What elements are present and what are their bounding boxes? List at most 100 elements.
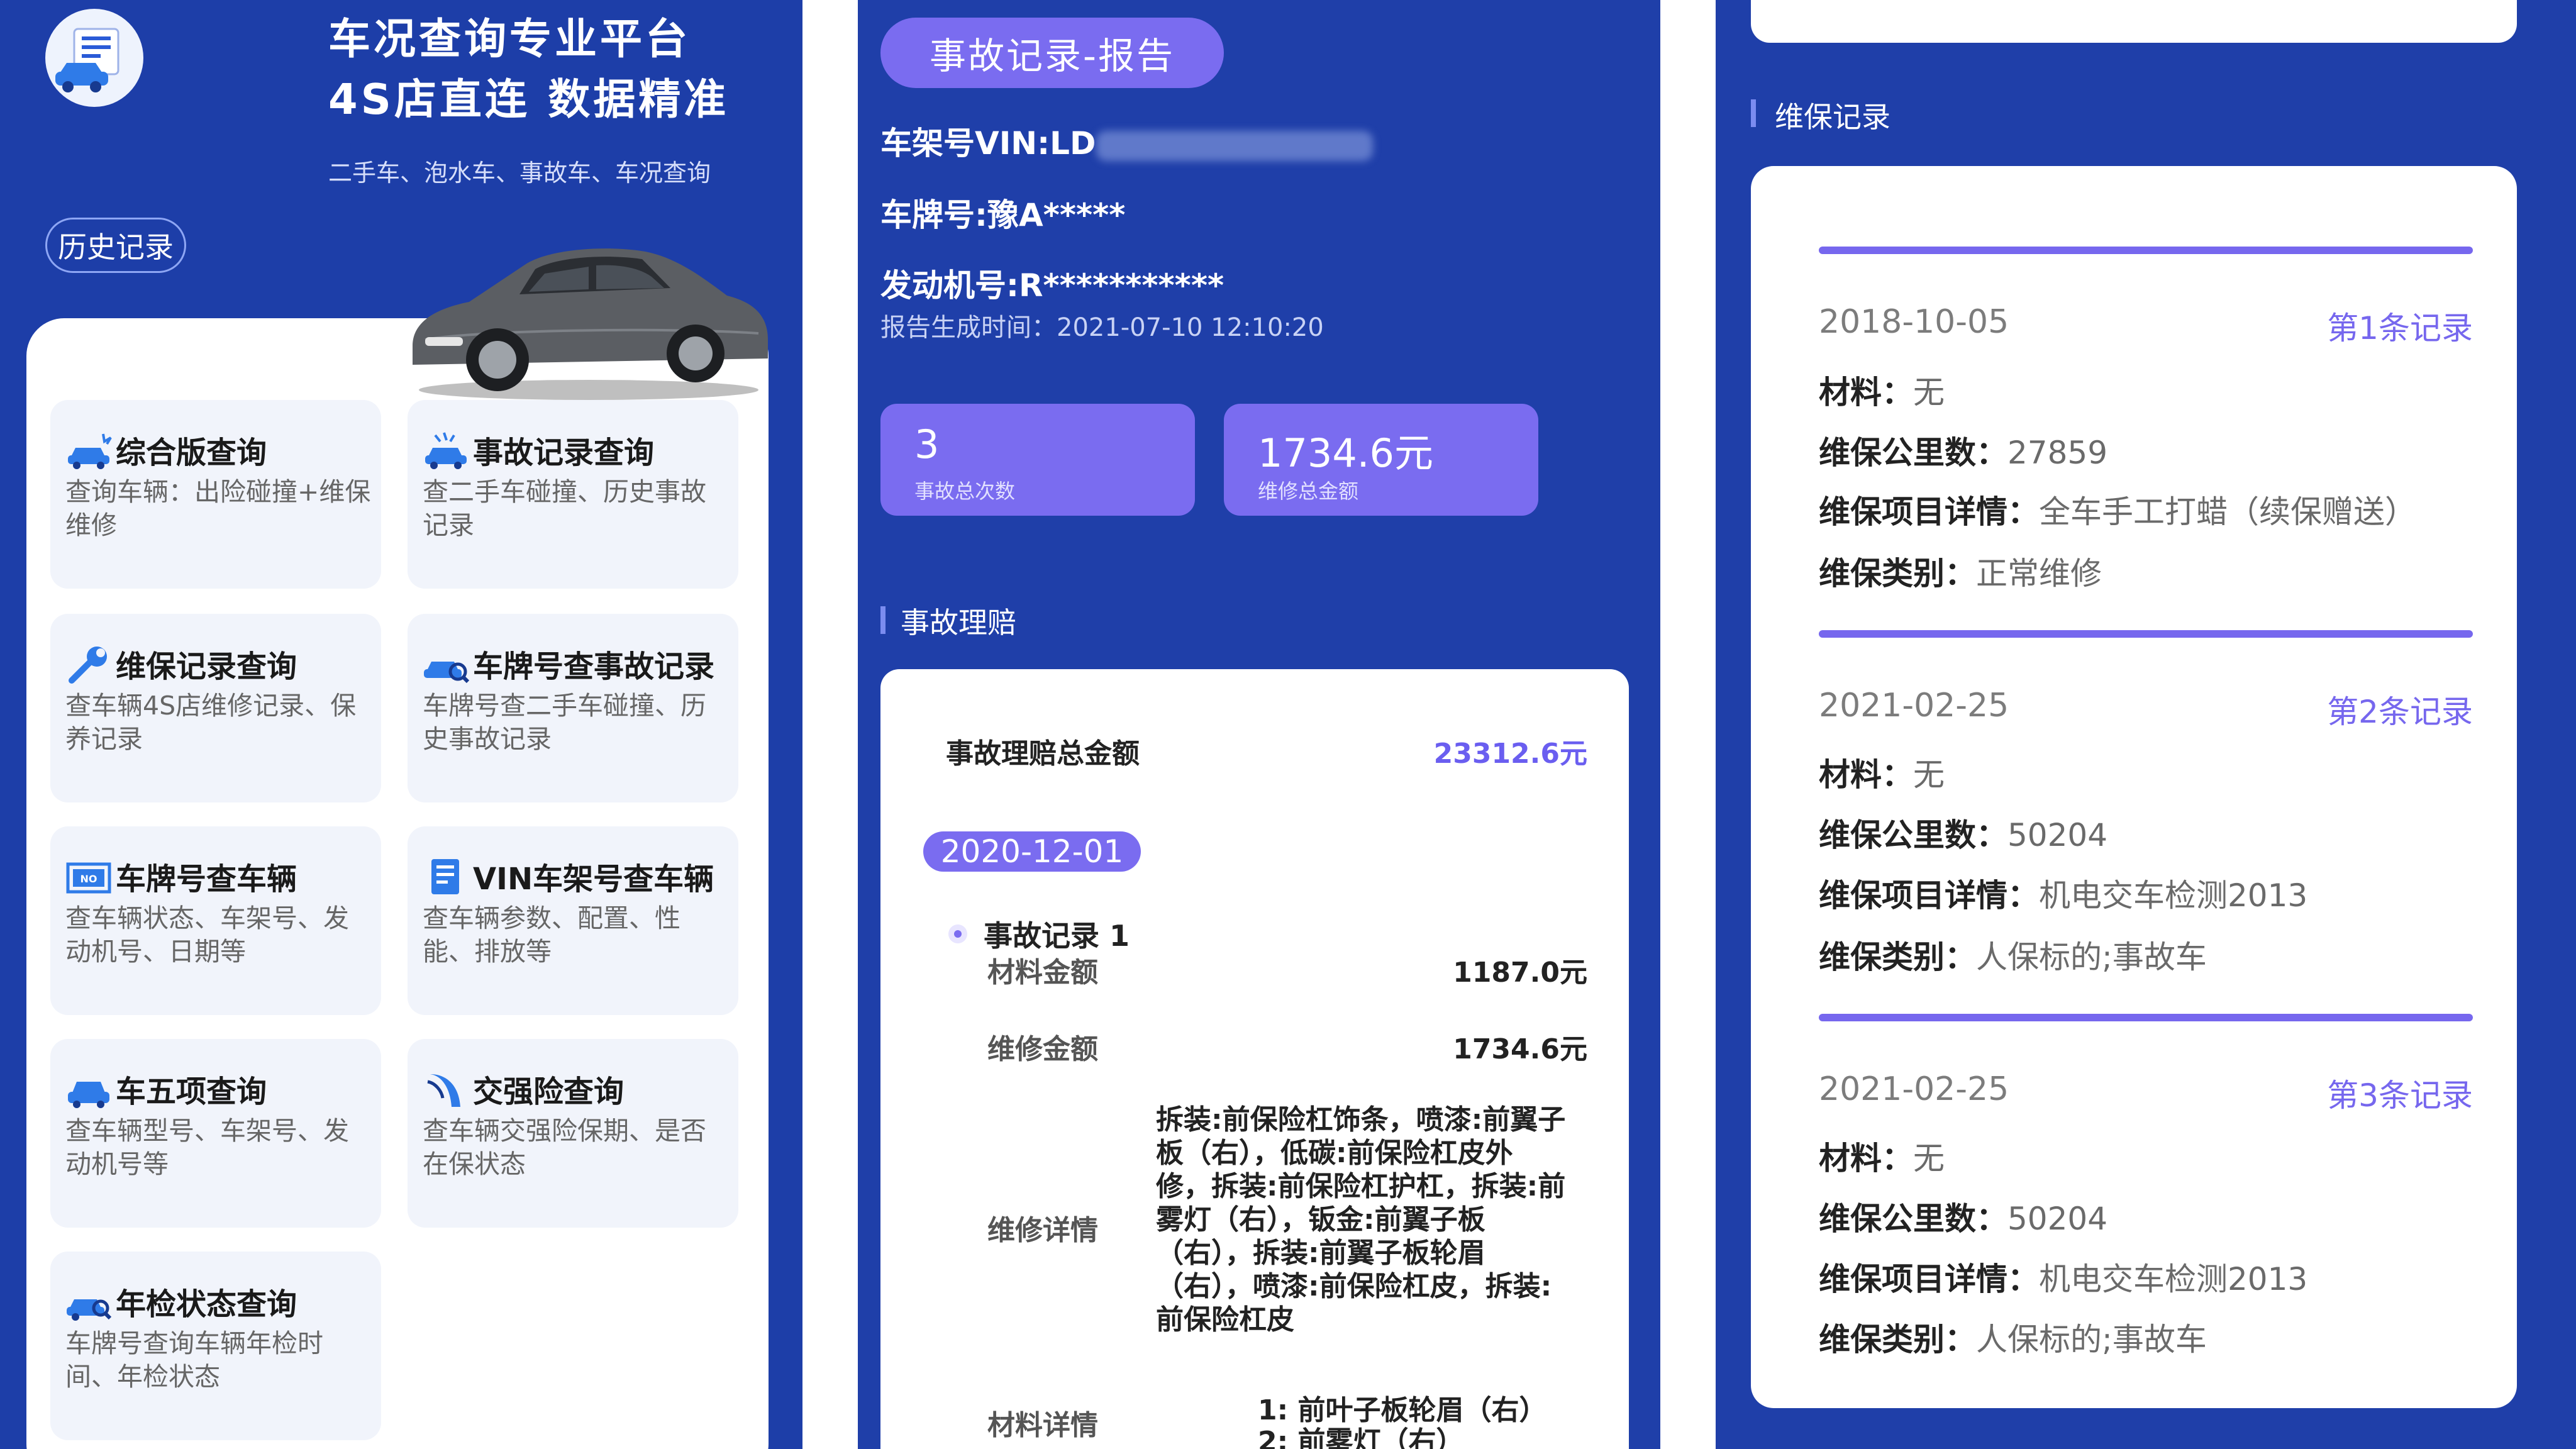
- field-label: 维保类别：: [1819, 939, 1976, 975]
- repair-amount-label: 维修金额: [987, 1033, 1098, 1065]
- service-tile-desc: 查车辆型号、车架号、发动机号等: [65, 1116, 349, 1179]
- record-date: 2018-10-05: [1819, 303, 2009, 341]
- car-crash-icon: [68, 433, 112, 469]
- accident-report-panel: 事故记录-报告 车架号VIN:LD 车牌号:豫A***** 发动机号:R****…: [858, 0, 1660, 1449]
- inspection-car-icon: [67, 1299, 112, 1321]
- field-value: 无: [1913, 1140, 1945, 1177]
- service-tile-desc: 车牌号查询车辆年检时间、年检状态: [65, 1328, 323, 1392]
- field-value: 机电交车检测2013: [2039, 877, 2308, 914]
- record-date: 2021-02-25: [1819, 1070, 2009, 1108]
- material-detail-label: 材料详情: [987, 1409, 1098, 1441]
- previous-card: [1751, 0, 2517, 43]
- service-tile-insurance[interactable]: 交强险查询 查车辆交强险保期、是否在保状态: [408, 1039, 738, 1228]
- field-label: 维保公里数：: [1819, 817, 2007, 853]
- field-value: 人保标的;事故车: [1976, 1321, 2207, 1358]
- home-panel: 车况查询专业平台 4S店直连 数据精准 二手车、泡水车、事故车、车况查询 历史记…: [0, 0, 802, 1449]
- service-tile-annual-inspection[interactable]: 年检状态查询 车牌号查询车辆年检时间、年检状态: [50, 1252, 381, 1440]
- record-material: 材料：无: [1819, 367, 1945, 413]
- insurance-icon: [427, 1074, 460, 1107]
- claim-date-badge: 2020-12-01: [923, 831, 1141, 872]
- license-plate-icon: NO: [66, 862, 111, 894]
- record-material: 材料：无: [1819, 750, 1945, 795]
- stat-label: 维修总金额: [1258, 479, 1359, 503]
- record-date: 2021-02-25: [1819, 687, 2009, 724]
- section-marker: [1751, 99, 1756, 127]
- section-title-claims: 事故理赔: [901, 606, 1016, 640]
- section-title-maintenance: 维保记录: [1775, 100, 1890, 134]
- field-label: 维保项目详情：: [1819, 1261, 2039, 1297]
- field-label: 维保公里数：: [1819, 435, 2007, 471]
- stat-value: 3: [914, 421, 940, 467]
- history-button[interactable]: 历史记录: [45, 218, 186, 273]
- record-items: 维保项目详情：全车手工打蜡（续保赠送）: [1819, 487, 2416, 532]
- service-tile-desc: 查车辆交强险保期、是否在保状态: [423, 1116, 706, 1179]
- field-label: 维保公里数：: [1819, 1201, 2007, 1237]
- field-value: 无: [1913, 374, 1945, 411]
- service-tile-desc: 查车辆4S店维修记录、保养记录: [65, 691, 357, 754]
- service-tile-desc: 查二手车碰撞、历史事故记录: [423, 477, 706, 540]
- timeline-dot: [948, 924, 967, 943]
- hero-subtitle: 二手车、泡水车、事故车、车况查询: [328, 159, 711, 187]
- service-tile-desc: 查询车辆：出险碰撞+维保维修: [65, 477, 371, 540]
- stat-label: 事故总次数: [914, 479, 1016, 503]
- service-tile-desc: 查车辆参数、配置、性能、排放等: [423, 903, 680, 967]
- service-tile-title: 车五项查询: [116, 1074, 267, 1109]
- field-value: 人保标的;事故车: [1976, 939, 2207, 975]
- vin-line: 车架号VIN:LD: [880, 118, 1373, 164]
- service-tile-plate-accident[interactable]: 车牌号查事故记录 车牌号查二手车碰撞、历史事故记录: [408, 614, 738, 802]
- record-title: 事故记录 1: [984, 919, 1130, 953]
- field-label: 材料：: [1819, 757, 1913, 793]
- record-index: 第2条记录: [2327, 694, 2473, 730]
- repair-detail-text: 拆装:前保险杠饰条，喷漆:前翼子板（右），低碳:前保险杠皮外修，拆装:前保险杠护…: [1156, 1104, 1566, 1336]
- report-car-icon: [55, 28, 119, 92]
- record-divider: [1819, 630, 2473, 638]
- repair-detail-label: 维修详情: [987, 1214, 1098, 1246]
- record-mileage: 维保公里数：50204: [1819, 810, 2107, 855]
- service-tile-desc: 查车辆状态、车架号、发动机号、日期等: [65, 903, 349, 967]
- stat-value: 1734.6元: [1258, 430, 1433, 476]
- record-material: 材料：无: [1819, 1133, 1945, 1179]
- stat-accident-count: 3 事故总次数: [880, 404, 1195, 516]
- report-title: 事故记录-报告: [880, 18, 1224, 88]
- wrench-icon: [69, 647, 107, 684]
- car-search-icon: [424, 662, 470, 684]
- claim-total-label: 事故理赔总金额: [946, 738, 1140, 770]
- service-tile-vin[interactable]: VIN车架号查车辆 查车辆参数、配置、性能、排放等: [408, 826, 738, 1015]
- hero-title-line1: 车况查询专业平台: [328, 14, 691, 64]
- plate-number: 车牌号:豫A*****: [880, 197, 1126, 233]
- sports-car-image: [413, 248, 768, 400]
- engine-number: 发动机号:R***********: [880, 267, 1224, 304]
- service-tile-title: 交强险查询: [473, 1074, 625, 1109]
- field-value: 正常维修: [1976, 555, 2102, 592]
- service-tile-desc: 车牌号查二手车碰撞、历史事故记录: [423, 691, 706, 754]
- field-label: 维保类别：: [1819, 555, 1976, 592]
- service-tile-title: 车牌号查事故记录: [473, 649, 715, 684]
- record-divider: [1819, 1014, 2473, 1021]
- record-category: 维保类别：人保标的;事故车: [1819, 1314, 2207, 1360]
- service-tile-maintenance[interactable]: 维保记录查询 查车辆4S店维修记录、保养记录: [50, 614, 381, 802]
- service-tile-title: 事故记录查询: [473, 435, 655, 470]
- record-category: 维保类别：正常维修: [1819, 548, 2102, 594]
- car-front-icon: [68, 1082, 109, 1108]
- record-mileage: 维保公里数：50204: [1819, 1194, 2107, 1239]
- service-tile-title: 车牌号查车辆: [116, 862, 297, 897]
- service-tile-accident[interactable]: 事故记录查询 查二手车碰撞、历史事故记录: [408, 400, 738, 589]
- service-tile-title: 综合版查询: [116, 435, 267, 470]
- material-amount-label: 材料金额: [987, 957, 1098, 989]
- service-tile-plate-vehicle[interactable]: NO 车牌号查车辆 查车辆状态、车架号、发动机号、日期等: [50, 826, 381, 1015]
- field-label: 材料：: [1819, 1140, 1913, 1177]
- record-category: 维保类别：人保标的;事故车: [1819, 932, 2207, 977]
- field-label: 维保项目详情：: [1819, 877, 2039, 914]
- record-index: 第3条记录: [2327, 1077, 2473, 1114]
- service-tile-comprehensive[interactable]: 综合版查询 查询车辆：出险碰撞+维保维修: [50, 400, 381, 589]
- record-items: 维保项目详情：机电交车检测2013: [1819, 1254, 2307, 1299]
- claim-total-value: 23312.6元: [1433, 738, 1587, 770]
- service-tile-title: 年检状态查询: [116, 1287, 297, 1322]
- material-detail-item: 2: 前雾灯（右）: [1258, 1426, 1464, 1449]
- field-label: 维保类别：: [1819, 1321, 1976, 1358]
- service-tile-five-items[interactable]: 车五项查询 查车辆型号、车架号、发动机号等: [50, 1039, 381, 1228]
- vin-label: 车架号VIN:LD: [880, 125, 1096, 162]
- accident-car-icon: [425, 432, 467, 469]
- field-value: 50204: [2007, 1201, 2108, 1237]
- service-tile-title: VIN车架号查车辆: [473, 862, 714, 897]
